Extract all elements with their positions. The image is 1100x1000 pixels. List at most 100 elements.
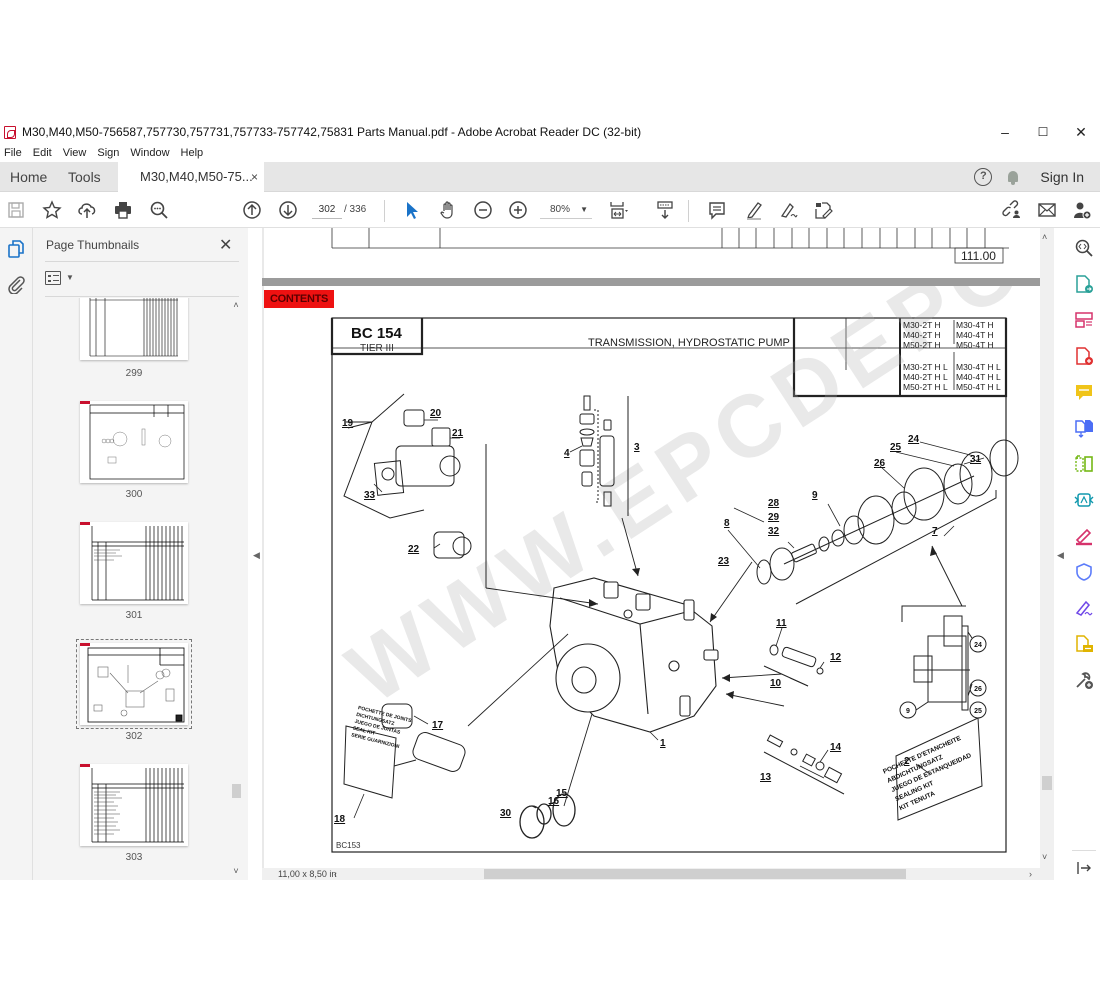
comment-icon[interactable]	[707, 200, 727, 220]
request-signature-icon[interactable]	[1074, 598, 1094, 618]
combine-files-icon[interactable]	[1074, 418, 1094, 438]
save-icon[interactable]	[6, 200, 26, 220]
part-callout: 18	[334, 814, 346, 825]
notifications-bell-icon[interactable]	[1006, 170, 1020, 185]
thumbnail-scrollbar[interactable]: ˄ ˅	[231, 298, 241, 880]
share-link-icon[interactable]	[1002, 200, 1022, 220]
scroll-mode-icon[interactable]	[655, 200, 675, 220]
select-pointer-icon[interactable]	[402, 200, 422, 220]
page-separator	[262, 278, 1040, 286]
scrollbar-thumb[interactable]	[484, 869, 906, 879]
acrobat-pdf-icon	[4, 125, 16, 139]
minimize-button[interactable]: –	[986, 120, 1024, 144]
scroll-left-icon[interactable]: ‹	[334, 868, 337, 880]
detail-callout: 26	[974, 686, 982, 693]
close-panel-icon[interactable]: ✕	[219, 235, 232, 255]
edit-pdf-icon[interactable]	[813, 200, 833, 220]
account-area: ? Sign In	[974, 162, 1100, 192]
scroll-right-icon[interactable]: ›	[1029, 868, 1032, 880]
upload-cloud-icon[interactable]	[77, 200, 97, 220]
thumbnail-options-icon[interactable]	[45, 271, 61, 285]
zoom-level-select[interactable]: 80% ▼	[540, 201, 592, 219]
page-down-icon[interactable]	[278, 200, 298, 220]
chevron-down-icon[interactable]: ▼	[66, 273, 74, 282]
maximize-button[interactable]: ☐	[1024, 120, 1062, 144]
collapse-right-panel-icon[interactable]: ◀	[1057, 550, 1064, 561]
menu-help[interactable]: Help	[181, 147, 204, 159]
create-pdf-icon[interactable]	[1074, 346, 1094, 366]
comment-tool-icon[interactable]	[1074, 382, 1094, 402]
tab-document[interactable]: M30,M40,M50-75... ×	[118, 162, 264, 193]
model-variant: M40-2T H L	[903, 372, 948, 382]
sign-in-button[interactable]: Sign In	[1040, 169, 1084, 185]
page-thumbnails-icon[interactable]	[6, 239, 26, 259]
part-callout: 28	[768, 498, 780, 509]
menu-file[interactable]: File	[4, 147, 22, 159]
thumbnail-page-303[interactable]	[80, 764, 188, 846]
page-number-input[interactable]: 302	[312, 201, 342, 219]
scroll-down-icon[interactable]: ˅	[1042, 852, 1047, 862]
right-tools-rail	[1068, 228, 1100, 880]
document-viewer[interactable]: 111.00 CONTENTS WWW.EPCDEPO.COM 1 2 3 4 …	[262, 228, 1040, 868]
scroll-up-icon[interactable]: ˄	[1042, 232, 1047, 242]
thumbnail-list: 299 300 301 302 303	[45, 298, 231, 880]
thumbnail-page-299[interactable]	[80, 298, 188, 360]
tab-tools[interactable]: Tools	[68, 162, 101, 192]
close-tab-icon[interactable]: ×	[251, 162, 258, 192]
export-pdf-icon[interactable]	[1074, 274, 1094, 294]
exploded-parts-diagram: WWW.EPCDEPO.COM 123478910111213141516171…	[330, 286, 1040, 853]
protect-shield-icon[interactable]	[1074, 562, 1094, 582]
divider	[45, 296, 239, 297]
thumbnail-page-301[interactable]	[80, 522, 188, 604]
thumbnail-page-302[interactable]	[76, 639, 192, 729]
menu-window[interactable]: Window	[130, 147, 169, 159]
tab-home[interactable]: Home	[10, 162, 47, 192]
find-icon[interactable]	[149, 200, 169, 220]
fill-sign-icon[interactable]	[778, 200, 798, 220]
send-for-comments-icon[interactable]	[1074, 634, 1094, 654]
menu-sign[interactable]: Sign	[97, 147, 119, 159]
contents-marker	[80, 401, 90, 404]
zoom-out-icon[interactable]	[473, 200, 493, 220]
fit-page-icon[interactable]	[608, 200, 628, 220]
scroll-down-icon[interactable]: ˅	[231, 866, 241, 876]
print-icon[interactable]	[113, 200, 133, 220]
fill-and-sign-tool-icon[interactable]	[1074, 526, 1094, 546]
document-horizontal-scrollbar[interactable]: 11,00 x 8,50 in ‹ ›	[262, 868, 1040, 880]
collapse-tools-pane-icon[interactable]	[1074, 858, 1094, 878]
part-callout: 11	[776, 618, 787, 629]
attachments-paperclip-icon[interactable]	[6, 274, 26, 295]
add-user-icon[interactable]	[1072, 200, 1092, 220]
scroll-up-icon[interactable]: ˄	[231, 300, 241, 310]
menu-view[interactable]: View	[63, 147, 87, 159]
menu-edit[interactable]: Edit	[33, 147, 52, 159]
model-variant: M40-4T H	[956, 330, 994, 340]
bookmark-star-icon[interactable]	[42, 200, 62, 220]
model-variant: M40-4T H L	[956, 372, 1001, 382]
highlight-pen-icon[interactable]	[744, 200, 764, 220]
compress-pdf-icon[interactable]	[1074, 490, 1094, 510]
scrollbar-thumb[interactable]	[232, 784, 241, 798]
collapse-left-panel-icon[interactable]: ◀	[253, 550, 260, 561]
part-callout: 4	[564, 448, 570, 459]
left-navigation-rail	[0, 228, 33, 880]
organize-pages-icon[interactable]	[1074, 310, 1094, 330]
part-callout: 26	[874, 458, 886, 469]
page-up-icon[interactable]	[242, 200, 262, 220]
email-icon[interactable]	[1037, 200, 1057, 220]
document-vertical-scrollbar[interactable]: ˄ ˅	[1040, 228, 1054, 880]
more-tools-wrench-icon[interactable]	[1074, 670, 1094, 690]
thumbnail-page-300[interactable]	[80, 401, 188, 483]
tab-document-label: M30,M40,M50-75...	[140, 169, 253, 184]
contents-marker	[80, 522, 90, 525]
help-icon[interactable]: ?	[974, 168, 993, 186]
part-callout: 30	[500, 808, 512, 819]
contents-marker	[80, 764, 90, 767]
hand-pan-icon[interactable]	[438, 200, 458, 220]
zoom-in-icon[interactable]	[508, 200, 528, 220]
read-zoom-icon[interactable]	[1074, 238, 1094, 258]
part-callout: 23	[718, 556, 730, 567]
scrollbar-thumb[interactable]	[1042, 776, 1052, 790]
close-window-button[interactable]: ✕	[1062, 120, 1100, 144]
compare-files-icon[interactable]	[1074, 454, 1094, 474]
